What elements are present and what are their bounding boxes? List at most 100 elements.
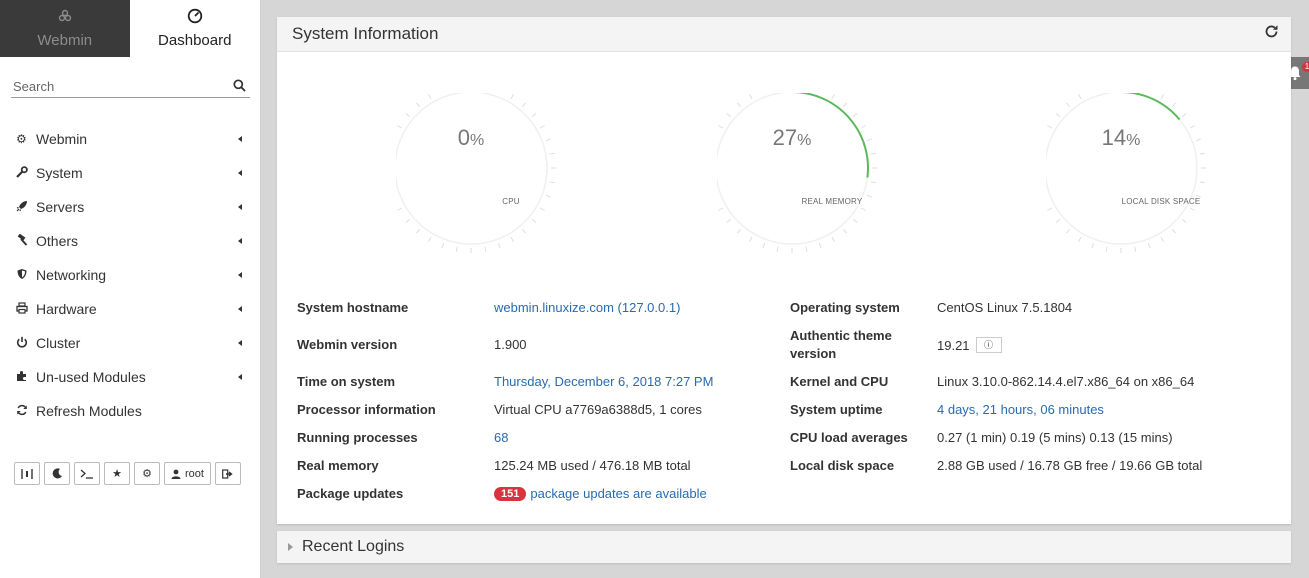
gauge-tick bbox=[1172, 228, 1177, 234]
gauge-tick bbox=[428, 94, 432, 99]
caret-left-icon bbox=[238, 272, 242, 278]
gauge-tick bbox=[540, 207, 545, 211]
recent-logins-panel[interactable]: Recent Logins bbox=[277, 531, 1291, 563]
caret-left-icon bbox=[238, 306, 242, 312]
terminal-icon bbox=[80, 469, 93, 479]
caret-left-icon bbox=[238, 136, 242, 142]
theme-config-button[interactable]: ⚙ bbox=[134, 462, 160, 485]
info-row-webmin-version: Webmin version 1.900 bbox=[297, 337, 527, 352]
gauge-tick bbox=[522, 228, 527, 234]
user-icon bbox=[171, 469, 181, 479]
gauge-tick bbox=[510, 237, 514, 242]
sidebar-item-refresh-modules[interactable]: Refresh Modules bbox=[0, 394, 260, 428]
search-icon[interactable] bbox=[228, 78, 250, 95]
sidebar-item-hardware[interactable]: Hardware bbox=[0, 292, 260, 326]
caret-left-icon bbox=[238, 374, 242, 380]
hammer-icon bbox=[16, 233, 36, 249]
gauge-tick bbox=[397, 207, 402, 211]
gauge-tick bbox=[531, 219, 537, 224]
gauge-tick bbox=[870, 181, 876, 184]
recent-logins-title: Recent Logins bbox=[302, 538, 405, 555]
tab-webmin[interactable]: Webmin bbox=[0, 0, 130, 57]
gauge-label: LOCAL DISK SPACE bbox=[1121, 197, 1201, 206]
info-value: 0.27 (1 min) 0.19 (5 mins) 0.13 (15 mins… bbox=[937, 430, 1173, 445]
time-link[interactable]: Thursday, December 6, 2018 7:27 PM bbox=[494, 374, 713, 389]
gauge-value: 0% bbox=[457, 125, 485, 150]
package-updates-link[interactable]: package updates are available bbox=[530, 486, 706, 501]
rocket-icon bbox=[16, 200, 36, 215]
gauge-label: CPU bbox=[502, 197, 520, 206]
toggle-sidebar-button[interactable] bbox=[14, 462, 40, 485]
gauge-tick bbox=[484, 246, 487, 252]
tab-webmin-label: Webmin bbox=[37, 32, 93, 49]
power-icon bbox=[16, 336, 36, 351]
info-key: System hostname bbox=[297, 300, 409, 315]
gauge-tick bbox=[749, 94, 753, 99]
info-row-kernel: Kernel and CPU Linux 3.10.0-862.14.4.el7… bbox=[790, 374, 1194, 389]
sidebar-item-label: Servers bbox=[36, 199, 85, 215]
star-icon: ★ bbox=[112, 468, 122, 480]
logout-button[interactable] bbox=[214, 462, 241, 485]
gauge-tick bbox=[1160, 94, 1164, 99]
updates-count-badge: 151 bbox=[494, 486, 527, 501]
gauge-tick bbox=[852, 219, 858, 224]
gauge-tick bbox=[831, 94, 835, 99]
sidebar-item-label: System bbox=[36, 165, 83, 181]
info-key: Local disk space bbox=[790, 458, 895, 473]
gauge-dial bbox=[1046, 93, 1206, 253]
info-value: 1.900 bbox=[494, 337, 527, 352]
sidebar-item-label: Networking bbox=[36, 267, 107, 283]
gauge-tick bbox=[736, 228, 741, 234]
sidebar-item-networking[interactable]: Networking bbox=[0, 258, 260, 292]
sidebar-item-webmin[interactable]: ⚙ Webmin bbox=[0, 122, 260, 156]
user-button[interactable]: root bbox=[164, 462, 211, 485]
info-key: Running processes bbox=[297, 430, 418, 445]
terminal-button[interactable] bbox=[74, 462, 100, 485]
sidebar-item-system[interactable]: System bbox=[0, 156, 260, 190]
gauge-tick bbox=[726, 219, 732, 224]
gauge-tick bbox=[1147, 243, 1151, 249]
gauge-tick bbox=[1065, 228, 1070, 234]
cpu-gauge: 0% CPU bbox=[396, 93, 576, 273]
info-key: System uptime bbox=[790, 402, 883, 417]
gauge-tick bbox=[1172, 102, 1177, 108]
system-information-panel: System Information 0% CPU 27% REAL MEMOR… bbox=[277, 17, 1291, 524]
gauge-tick bbox=[831, 237, 835, 242]
gauge-tick bbox=[867, 138, 873, 142]
info-key: CPU load averages bbox=[790, 430, 908, 445]
sidebar-item-label: Others bbox=[36, 233, 79, 249]
real-memory-gauge: 27% REAL MEMORY bbox=[717, 93, 897, 273]
search-input[interactable] bbox=[11, 79, 211, 94]
processes-link[interactable]: 68 bbox=[494, 430, 508, 445]
refresh-icon[interactable] bbox=[1264, 24, 1279, 44]
uptime-link[interactable]: 4 days, 21 hours, 06 minutes bbox=[937, 402, 1104, 417]
moon-icon bbox=[52, 468, 62, 479]
gauge-value: 27% bbox=[772, 125, 812, 150]
tab-dashboard-label: Dashboard bbox=[158, 32, 232, 49]
sidebar-menu: ⚙ Webmin System Servers Others Networkin… bbox=[0, 122, 260, 428]
gauge-tick bbox=[1134, 246, 1137, 252]
sidebar-tabs: Webmin Dashboard bbox=[0, 0, 260, 57]
info-key: Webmin version bbox=[297, 337, 398, 352]
sidebar-item-unused-modules[interactable]: Un-used Modules bbox=[0, 360, 260, 394]
logout-icon bbox=[222, 468, 234, 479]
gauge-label: REAL MEMORY bbox=[801, 197, 863, 206]
hostname-link[interactable]: webmin.linuxize.com (127.0.0.1) bbox=[494, 300, 680, 315]
night-mode-button[interactable] bbox=[44, 462, 70, 485]
gauge-track bbox=[396, 93, 548, 245]
favorites-button[interactable]: ★ bbox=[104, 462, 130, 485]
info-value: Linux 3.10.0-862.14.4.el7.x86_64 on x86_… bbox=[937, 374, 1195, 389]
gauge-tick bbox=[415, 228, 420, 234]
sidebar-item-others[interactable]: Others bbox=[0, 224, 260, 258]
gears-icon: ⚙ bbox=[142, 468, 152, 480]
sidebar-item-cluster[interactable]: Cluster bbox=[0, 326, 260, 360]
gauge-tick bbox=[1190, 207, 1195, 211]
info-icon[interactable]: ⓘ bbox=[975, 337, 1002, 353]
gauge-tick bbox=[1199, 152, 1205, 155]
tab-dashboard[interactable]: Dashboard bbox=[129, 0, 260, 57]
info-row-time: Time on system Thursday, December 6, 201… bbox=[297, 374, 713, 389]
sidebar-item-label: Webmin bbox=[36, 131, 88, 147]
sidebar-item-servers[interactable]: Servers bbox=[0, 190, 260, 224]
gauge-tick bbox=[546, 138, 552, 142]
gauge-tick bbox=[1160, 237, 1164, 242]
